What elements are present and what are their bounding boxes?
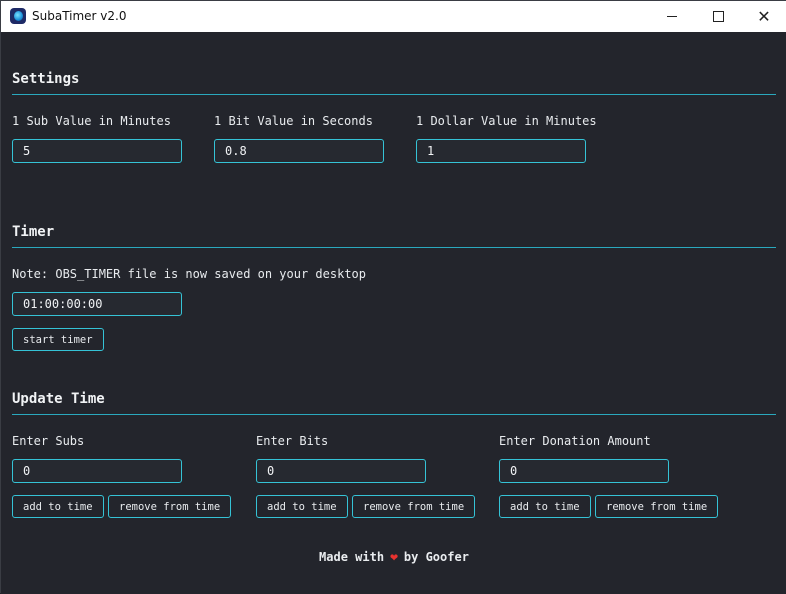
dollar-value-input[interactable]: [416, 139, 586, 163]
minimize-button[interactable]: [649, 1, 695, 32]
enter-bits-label: Enter Bits: [256, 434, 329, 448]
heart-icon: ❤: [390, 550, 398, 565]
start-timer-button[interactable]: start timer: [12, 328, 104, 351]
close-button[interactable]: ✕: [741, 1, 786, 32]
close-icon: ✕: [757, 6, 771, 26]
donation-remove-button[interactable]: remove from time: [595, 495, 719, 518]
app-window: SubaTimer v2.0 ✕ Settings 1 Sub Value in…: [0, 0, 786, 594]
subs-add-button[interactable]: add to time: [12, 495, 104, 518]
maximize-icon: [712, 11, 724, 22]
settings-title: Settings: [12, 71, 80, 87]
bits-add-button[interactable]: add to time: [256, 495, 348, 518]
maximize-button[interactable]: [695, 1, 741, 32]
subs-remove-button[interactable]: remove from time: [108, 495, 232, 518]
settings-divider: [12, 94, 776, 95]
bit-value-input[interactable]: [214, 139, 384, 163]
footer: Made with ❤ by Goofer: [1, 550, 786, 565]
app-icon: [10, 8, 26, 24]
footer-made-with: Made with: [319, 550, 385, 564]
window-title: SubaTimer v2.0: [32, 9, 127, 23]
main-content: Settings 1 Sub Value in Minutes 1 Bit Va…: [1, 32, 786, 594]
update-time-divider: [12, 414, 776, 415]
bits-input[interactable]: [256, 459, 426, 483]
subs-input[interactable]: [12, 459, 182, 483]
timer-divider: [12, 247, 776, 248]
footer-author: by Goofer: [403, 550, 469, 564]
dollar-value-label: 1 Dollar Value in Minutes: [416, 114, 597, 128]
bits-remove-button[interactable]: remove from time: [352, 495, 476, 518]
enter-donation-label: Enter Donation Amount: [499, 434, 651, 448]
timer-input[interactable]: [12, 292, 182, 316]
update-time-title: Update Time: [12, 391, 105, 407]
title-bar[interactable]: SubaTimer v2.0 ✕: [1, 1, 786, 32]
timer-note: Note: OBS_TIMER file is now saved on you…: [12, 267, 367, 281]
bit-value-label: 1 Bit Value in Seconds: [214, 114, 373, 128]
donation-add-button[interactable]: add to time: [499, 495, 591, 518]
minimize-icon: [667, 16, 677, 17]
sub-value-input[interactable]: [12, 139, 182, 163]
donation-input[interactable]: [499, 459, 669, 483]
timer-title: Timer: [12, 224, 55, 240]
sub-value-label: 1 Sub Value in Minutes: [12, 114, 171, 128]
enter-subs-label: Enter Subs: [12, 434, 85, 448]
